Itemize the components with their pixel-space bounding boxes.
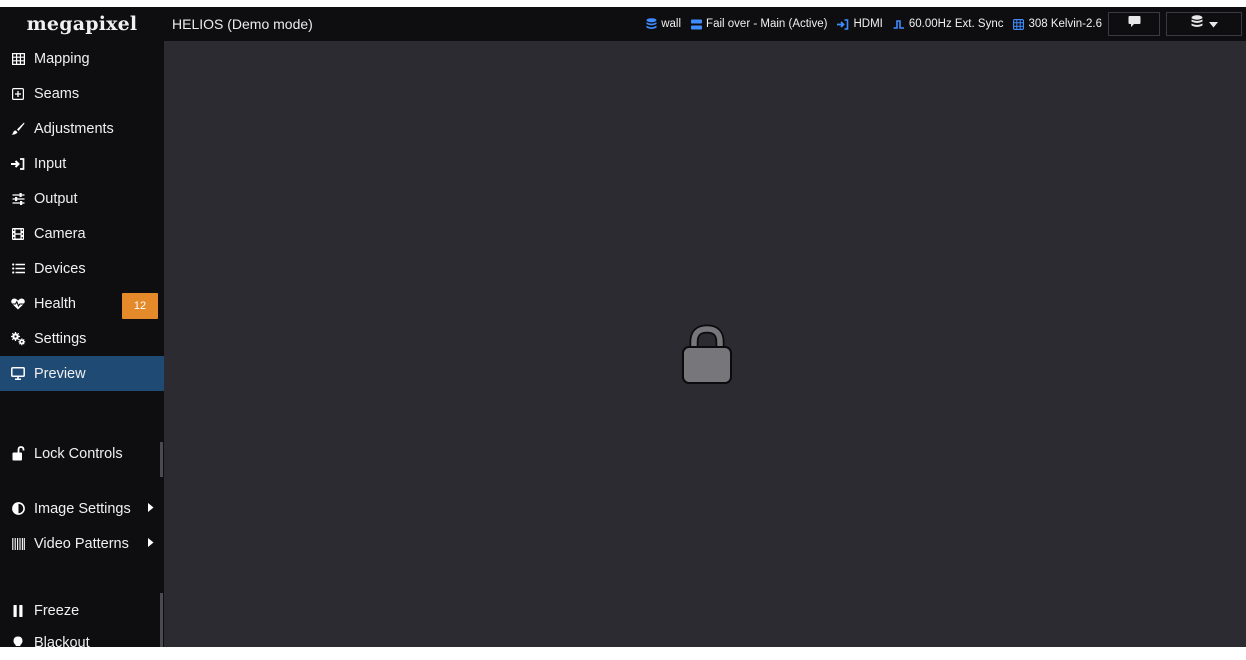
- status-failover-label: Fail over - Main (Active): [706, 18, 828, 30]
- sidebar-item-output[interactable]: Output: [0, 181, 164, 216]
- lock-controls-label: Lock Controls: [34, 445, 123, 462]
- app-window: megapixel HELIOS (Demo mode) wall Fail o…: [0, 7, 1246, 651]
- preview-area: [164, 41, 1246, 647]
- app-title: HELIOS (Demo mode): [172, 16, 313, 32]
- sidebar-item-seams[interactable]: Seams: [0, 76, 164, 111]
- server-icon: [691, 19, 703, 30]
- caret-down-icon: [1208, 15, 1218, 33]
- health-alert-badge: 12: [122, 293, 158, 319]
- barcode-icon: [10, 536, 26, 552]
- blackout-button[interactable]: Blackout: [0, 625, 164, 660]
- freeze-label: Freeze: [34, 602, 80, 619]
- signal-wave-icon: [893, 19, 905, 30]
- sidebar-item-label: Camera: [34, 225, 86, 242]
- sidebar-item-label: Devices: [34, 260, 86, 277]
- image-settings-label: Image Settings: [34, 500, 131, 517]
- chat-button[interactable]: [1108, 12, 1160, 36]
- status-sync[interactable]: 60.00Hz Ext. Sync: [893, 18, 1004, 30]
- sidebar-item-label: Mapping: [34, 50, 90, 67]
- status-failover[interactable]: Fail over - Main (Active): [691, 18, 827, 30]
- sidebar-item-health[interactable]: Health 12: [0, 286, 164, 321]
- contrast-icon: [10, 501, 26, 517]
- brush-icon: [10, 121, 26, 137]
- freeze-button[interactable]: Freeze: [0, 593, 164, 628]
- unlock-icon: [10, 446, 26, 462]
- status-wall[interactable]: wall: [646, 18, 681, 30]
- sidebar-item-label: Preview: [34, 365, 86, 382]
- brand-logo: megapixel: [26, 13, 138, 35]
- sidebar-scroll-mark: [160, 442, 163, 477]
- caret-right-icon: [148, 502, 154, 515]
- status-panel-label: 308 Kelvin-2.6: [1028, 18, 1102, 30]
- blackout-label: Blackout: [34, 634, 90, 651]
- status-wall-label: wall: [661, 18, 682, 30]
- status-sync-label: 60.00Hz Ext. Sync: [908, 18, 1004, 30]
- image-settings-menu[interactable]: Image Settings: [0, 491, 164, 526]
- lightbulb-icon: [10, 635, 26, 651]
- heartbeat-icon: [10, 296, 26, 312]
- status-input[interactable]: HDMI: [837, 18, 883, 30]
- sidebar-item-adjustments[interactable]: Adjustments: [0, 111, 164, 146]
- panel-grid-icon: [1013, 18, 1025, 30]
- sidebar-item-devices[interactable]: Devices: [0, 251, 164, 286]
- database-menu-button[interactable]: [1166, 12, 1242, 36]
- status-panel[interactable]: 308 Kelvin-2.6: [1013, 18, 1102, 30]
- sidebar-item-settings[interactable]: Settings: [0, 321, 164, 356]
- lock-icon: [681, 323, 733, 390]
- lock-controls-button[interactable]: Lock Controls: [0, 436, 164, 471]
- video-patterns-menu[interactable]: Video Patterns: [0, 526, 164, 561]
- sidebar-item-label: Settings: [34, 330, 87, 347]
- sign-in-icon: [837, 18, 849, 30]
- cogs-icon: [10, 331, 26, 347]
- sign-in-icon: [10, 156, 26, 172]
- sidebar-item-label: Input: [34, 155, 67, 172]
- sidebar-item-preview[interactable]: Preview: [0, 356, 164, 391]
- video-patterns-label: Video Patterns: [34, 535, 129, 552]
- sidebar-item-camera[interactable]: Camera: [0, 216, 164, 251]
- film-icon: [10, 226, 26, 242]
- database-icon: [646, 18, 657, 30]
- comment-icon: [1128, 15, 1141, 33]
- sidebar-item-label: Health: [34, 295, 76, 312]
- status-bar: wall Fail over - Main (Active) HDMI 60.0…: [646, 7, 1102, 41]
- sidebar-item-input[interactable]: Input: [0, 146, 164, 181]
- sidebar: Mapping Seams Adjustments Input Output C…: [0, 41, 164, 651]
- sidebar-item-label: Seams: [34, 85, 80, 102]
- sidebar-item-label: Adjustments: [34, 120, 114, 137]
- caret-right-icon: [148, 537, 154, 550]
- top-bar: megapixel HELIOS (Demo mode) wall Fail o…: [0, 7, 1246, 41]
- monitor-icon: [10, 366, 26, 382]
- database-icon: [1191, 15, 1203, 33]
- grid-icon: [10, 51, 26, 67]
- sidebar-item-label: Output: [34, 190, 78, 207]
- list-icon: [10, 261, 26, 277]
- sidebar-item-mapping[interactable]: Mapping: [0, 41, 164, 76]
- pause-icon: [10, 603, 26, 619]
- plus-square-icon: [10, 86, 26, 102]
- sliders-icon: [10, 191, 26, 207]
- status-input-label: HDMI: [853, 18, 883, 30]
